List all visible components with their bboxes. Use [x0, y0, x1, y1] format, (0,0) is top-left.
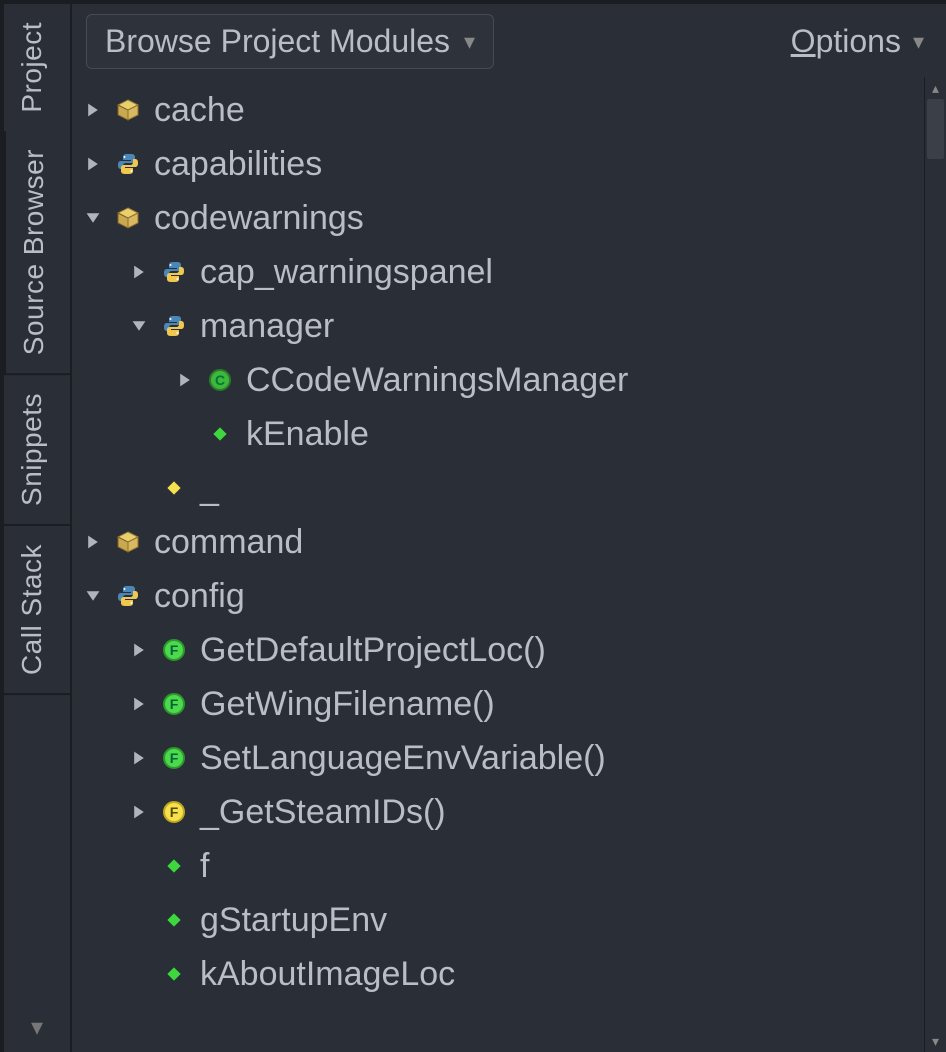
expand-icon[interactable]: [78, 534, 108, 550]
expand-icon[interactable]: [170, 372, 200, 388]
scroll-track[interactable]: [925, 99, 946, 1030]
tree-item[interactable]: command: [78, 515, 924, 569]
private-attribute-icon: [160, 474, 188, 502]
tree-item[interactable]: gStartupEnv: [78, 893, 924, 947]
collapse-icon[interactable]: [78, 210, 108, 226]
tree-item[interactable]: f: [78, 839, 924, 893]
chevron-down-icon: ▾: [464, 29, 475, 55]
ide-panel: Project Source Browser Snippets Call Sta…: [0, 0, 946, 1052]
module-tree[interactable]: cache capabilities codewarnings cap_warning…: [72, 77, 924, 1052]
tree-item[interactable]: _: [78, 461, 924, 515]
expand-icon[interactable]: [78, 156, 108, 172]
tree-item[interactable]: config: [78, 569, 924, 623]
tree-item-label: SetLanguageEnvVariable(): [200, 739, 606, 778]
tree-item[interactable]: codewarnings: [78, 191, 924, 245]
tree-item[interactable]: kAboutImageLoc: [78, 947, 924, 1001]
tree-item-label: manager: [200, 307, 334, 346]
source-browser-panel: Browse Project Modules ▾ Options ▾ cache…: [72, 4, 946, 1052]
tree-item-label: codewarnings: [154, 199, 364, 238]
expand-icon[interactable]: [124, 642, 154, 658]
tree-item-label: _GetSteamIDs(): [200, 793, 446, 832]
tab-call-stack[interactable]: Call Stack: [4, 526, 70, 695]
expand-icon[interactable]: [124, 804, 154, 820]
tree-item-label: GetWingFilename(): [200, 685, 495, 724]
tree-item[interactable]: F SetLanguageEnvVariable(): [78, 731, 924, 785]
attribute-icon: [160, 852, 188, 880]
expand-icon[interactable]: [78, 102, 108, 118]
attribute-icon: [206, 420, 234, 448]
tree-item[interactable]: capabilities: [78, 137, 924, 191]
tree-item[interactable]: kEnable: [78, 407, 924, 461]
function-icon: F: [160, 636, 188, 664]
options-label: Options: [791, 23, 901, 60]
attribute-icon: [160, 906, 188, 934]
scroll-down-icon[interactable]: ▾: [925, 1030, 946, 1052]
tree-item-label: config: [154, 577, 245, 616]
options-menu-button[interactable]: Options ▾: [791, 23, 932, 60]
tree-item-label: gStartupEnv: [200, 901, 387, 940]
tree-item-label: cap_warningspanel: [200, 253, 493, 292]
toolbar: Browse Project Modules ▾ Options ▾: [72, 4, 946, 77]
tree-item[interactable]: manager: [78, 299, 924, 353]
chevron-down-icon: ▾: [913, 29, 924, 55]
tree-item[interactable]: cap_warningspanel: [78, 245, 924, 299]
tree-item[interactable]: F GetDefaultProjectLoc(): [78, 623, 924, 677]
vertical-scrollbar[interactable]: ▴ ▾: [924, 77, 946, 1052]
class-icon: C: [206, 366, 234, 394]
function-icon: F: [160, 690, 188, 718]
tab-snippets[interactable]: Snippets: [4, 375, 70, 526]
chevron-down-icon: ▾: [31, 1013, 43, 1042]
tree-item-label: capabilities: [154, 145, 322, 184]
python-icon: [160, 312, 188, 340]
tab-source-browser[interactable]: Source Browser: [4, 131, 70, 375]
tab-project[interactable]: Project: [4, 4, 70, 131]
vertical-tabs: Project Source Browser Snippets Call Sta…: [4, 4, 72, 1052]
scroll-thumb[interactable]: [927, 99, 944, 159]
tree-item-label: _: [200, 469, 219, 508]
python-icon: [160, 258, 188, 286]
tree-item-label: CCodeWarningsManager: [246, 361, 628, 400]
package-icon: [114, 204, 142, 232]
attribute-icon: [160, 960, 188, 988]
tree-item-label: cache: [154, 91, 245, 130]
function-icon: F: [160, 744, 188, 772]
private-function-icon: F: [160, 798, 188, 826]
tree-item-label: GetDefaultProjectLoc(): [200, 631, 546, 670]
package-icon: [114, 96, 142, 124]
tree-item-label: f: [200, 847, 209, 886]
collapse-icon[interactable]: [124, 318, 154, 334]
python-icon: [114, 582, 142, 610]
browse-mode-dropdown[interactable]: Browse Project Modules ▾: [86, 14, 494, 69]
scroll-up-icon[interactable]: ▴: [925, 77, 946, 99]
tree-item[interactable]: F _GetSteamIDs(): [78, 785, 924, 839]
expand-icon[interactable]: [124, 264, 154, 280]
package-icon: [114, 528, 142, 556]
python-icon: [114, 150, 142, 178]
tree-item[interactable]: C CCodeWarningsManager: [78, 353, 924, 407]
tree-item-label: kAboutImageLoc: [200, 955, 455, 994]
expand-icon[interactable]: [124, 696, 154, 712]
collapse-icon[interactable]: [78, 588, 108, 604]
collapse-panel-button[interactable]: ▾: [4, 695, 70, 1052]
tree-item-label: command: [154, 523, 303, 562]
browse-mode-label: Browse Project Modules: [105, 23, 450, 60]
tree-item-label: kEnable: [246, 415, 369, 454]
tree-item[interactable]: F GetWingFilename(): [78, 677, 924, 731]
expand-icon[interactable]: [124, 750, 154, 766]
tree-item[interactable]: cache: [78, 83, 924, 137]
